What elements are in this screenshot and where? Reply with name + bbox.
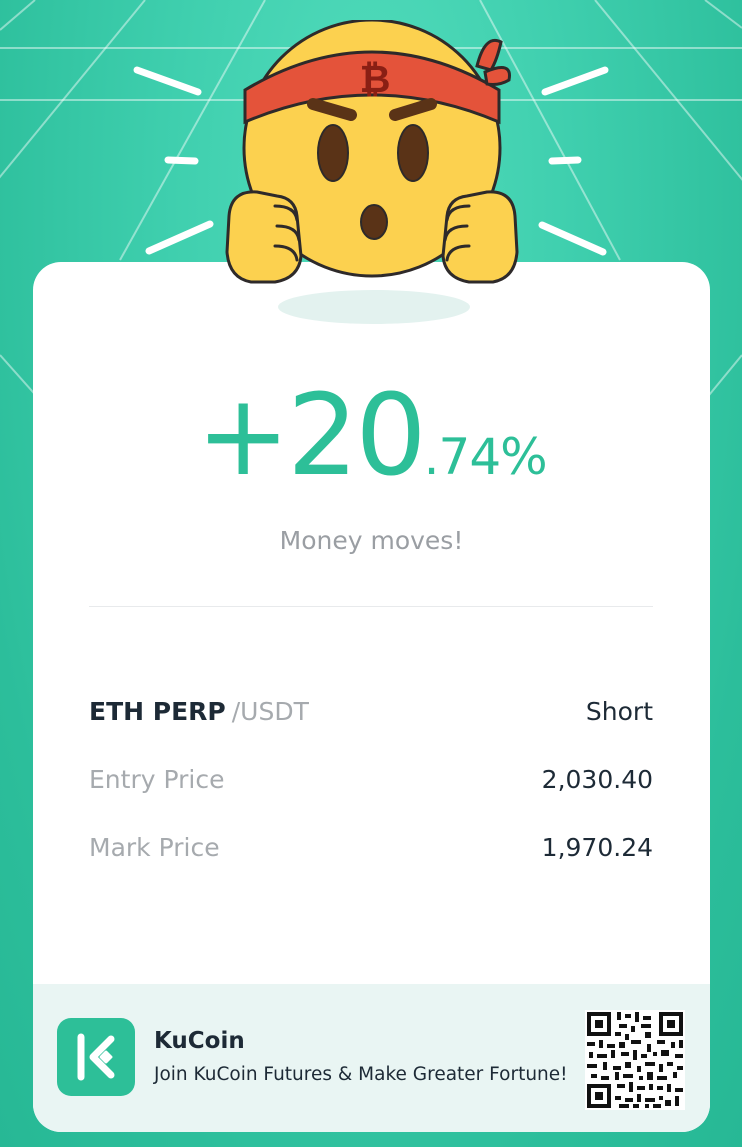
pnl-integer: +20	[196, 371, 426, 501]
qr-code-icon	[585, 1010, 685, 1110]
divider	[89, 606, 653, 607]
brand-name: KuCoin	[154, 1028, 245, 1054]
promo-footer: KuCoin Join KuCoin Futures & Make Greate…	[33, 984, 710, 1132]
kucoin-logo-icon	[57, 1018, 135, 1096]
share-card-page: +20.74% Money moves! ETH PERP/USDT Short…	[0, 0, 742, 1147]
pnl-percentage: +20.74%	[33, 380, 710, 492]
trading-pair: ETH PERP/USDT	[89, 697, 309, 726]
mark-price-value: 1,970.24	[541, 832, 653, 862]
svg-text:₿: ₿	[360, 57, 391, 101]
pair-row: ETH PERP/USDT Short	[89, 691, 653, 731]
mark-price-label: Mark Price	[89, 832, 220, 862]
pair-base: ETH PERP	[89, 696, 226, 726]
pnl-card: +20.74% Money moves! ETH PERP/USDT Short…	[33, 262, 710, 1132]
pnl-decimal: .74%	[423, 428, 548, 486]
tagline: Money moves!	[279, 526, 464, 555]
entry-price-label: Entry Price	[89, 764, 225, 794]
position-side: Short	[585, 696, 653, 726]
entry-price-row: Entry Price 2,030.40	[89, 759, 653, 799]
promo-text: Join KuCoin Futures & Make Greater Fortu…	[154, 1064, 568, 1085]
mark-price-row: Mark Price 1,970.24	[89, 827, 653, 867]
bitcoin-headband-emoji-icon: ₿	[133, 20, 609, 284]
pair-quote: /USDT	[231, 696, 309, 726]
entry-price-value: 2,030.40	[541, 764, 653, 794]
